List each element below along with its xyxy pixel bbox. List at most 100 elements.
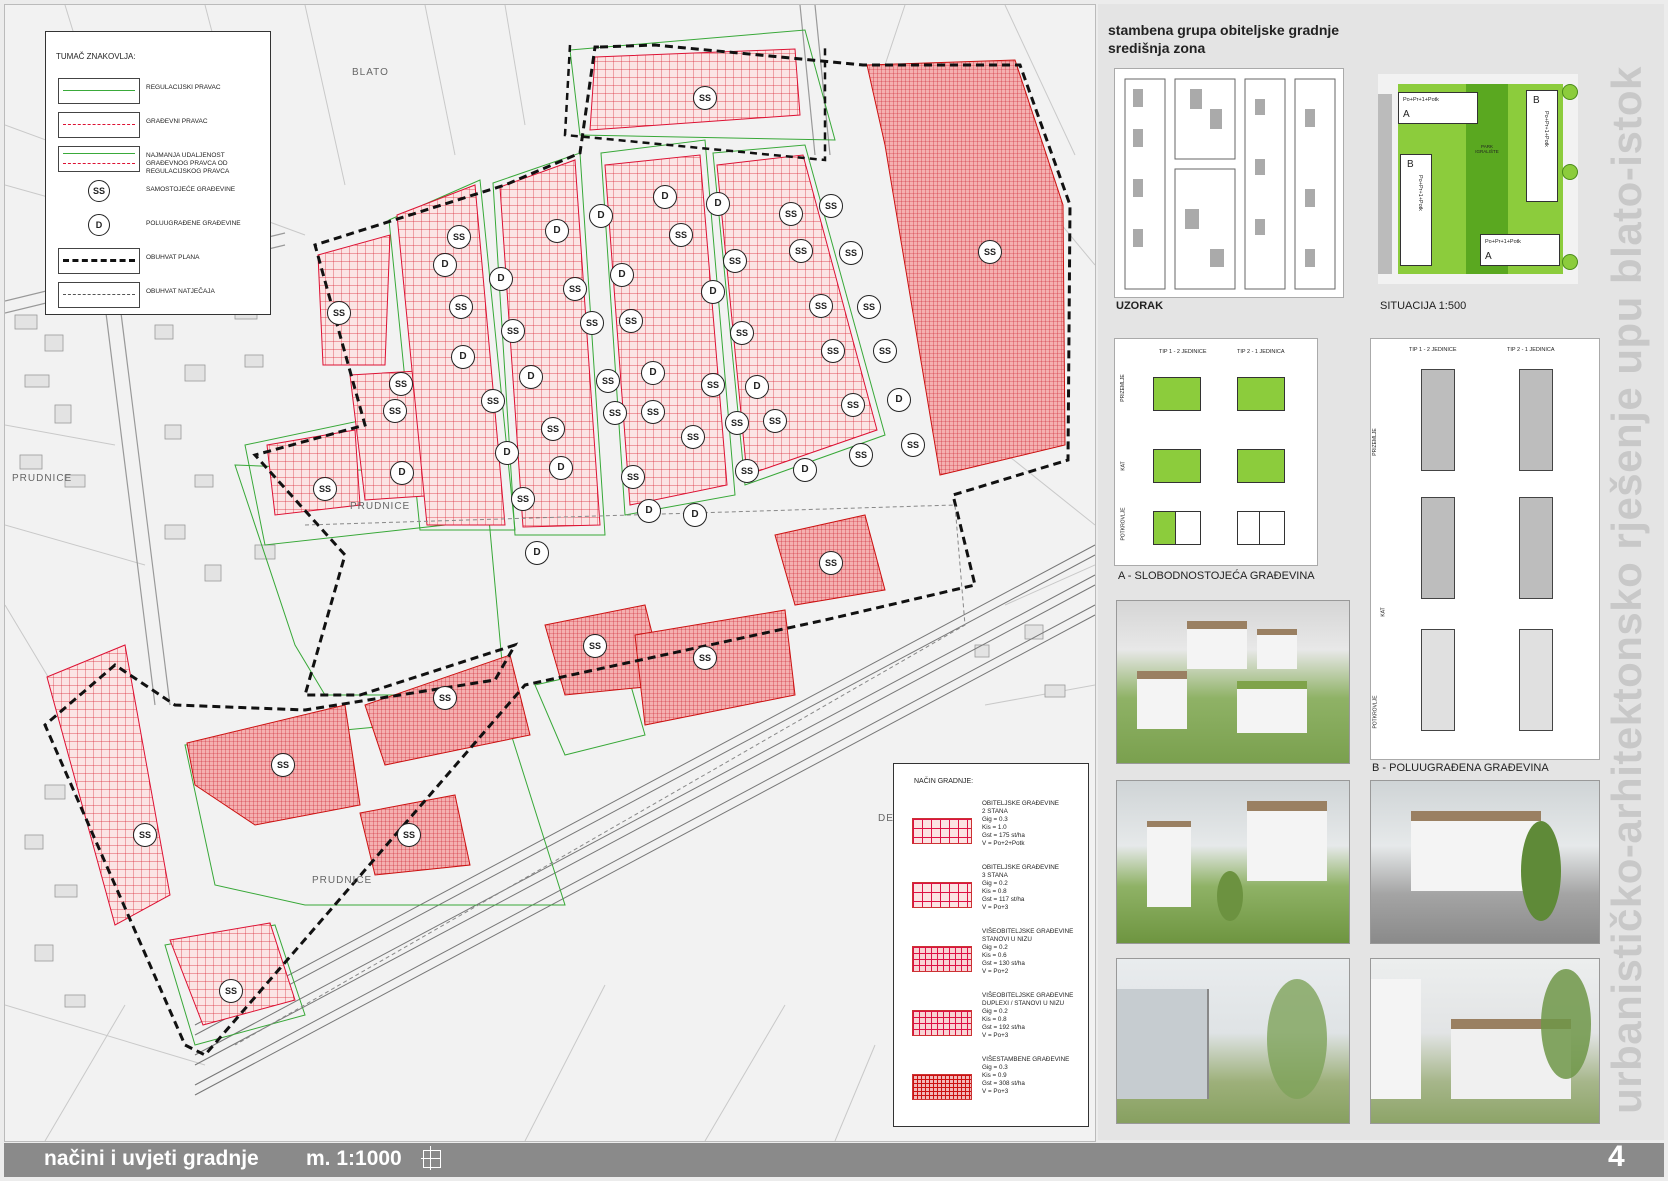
legend-symbol-building-line bbox=[58, 112, 140, 138]
freestanding-building-marker: SS bbox=[725, 411, 749, 435]
freestanding-building-marker: SS bbox=[730, 321, 754, 345]
legend2-row-apartment: VIŠESTAMBENE GRAĐEVINE Gig = 0.3 Kis = 0… bbox=[912, 1056, 1082, 1116]
place-name-prudnice-center: PRUDNICE bbox=[350, 501, 411, 512]
legend2-pattern-med bbox=[912, 1010, 972, 1036]
floor-plans-type-b: TIP 1 - 2 JEDINICE TIP 2 - 1 JEDINICA PR… bbox=[1370, 338, 1600, 760]
semi-detached-building-marker: D bbox=[745, 375, 769, 399]
freestanding-building-marker: SS bbox=[735, 459, 759, 483]
semi-detached-building-marker: D bbox=[706, 192, 730, 216]
panel-heading-line2: središnja zona bbox=[1108, 40, 1206, 56]
plan-b-tip2-ground bbox=[1519, 369, 1553, 471]
render-building bbox=[1147, 821, 1191, 907]
freestanding-building-marker: SS bbox=[449, 295, 473, 319]
semi-detached-building-marker: D bbox=[495, 441, 519, 465]
legend-symbol-regulation bbox=[58, 78, 140, 104]
place-name-prudnice-south: PRUDNICE bbox=[312, 875, 373, 886]
tree-icon bbox=[1217, 871, 1243, 921]
freestanding-building-marker: SS bbox=[327, 301, 351, 325]
legend2-pattern-med bbox=[912, 946, 972, 972]
freestanding-building-marker: SS bbox=[596, 369, 620, 393]
freestanding-building-marker: SS bbox=[819, 551, 843, 575]
plan-a-tip1-ground bbox=[1153, 377, 1201, 411]
freestanding-building-marker: SS bbox=[669, 223, 693, 247]
plan-a-tip1-attic-open bbox=[1175, 511, 1201, 545]
legend2-row-multi-row: VIŠEOBITELJSKE GRAĐEVINE STANOVI U NIZU … bbox=[912, 928, 1082, 988]
freestanding-building-marker: SS bbox=[511, 487, 535, 511]
tree-icon bbox=[1267, 979, 1327, 1099]
freestanding-building-marker: SS bbox=[821, 339, 845, 363]
semi-detached-building-marker: D bbox=[683, 503, 707, 527]
situacija-label: SITUACIJA 1:500 bbox=[1380, 300, 1467, 312]
plan-a-tip2-attic-open bbox=[1237, 511, 1261, 545]
plan-a-tip2-ground bbox=[1237, 377, 1285, 411]
legend-row-competition-boundary: OBUHVAT NATJEČAJA bbox=[58, 282, 264, 308]
legend-row-regulation-line: REGULACIJSKI PRAVAC bbox=[58, 78, 264, 104]
freestanding-building-marker: SS bbox=[819, 194, 843, 218]
freestanding-building-marker: SS bbox=[849, 443, 873, 467]
semi-detached-building-marker: D bbox=[519, 365, 543, 389]
plan-b-tip2-floor bbox=[1519, 497, 1553, 599]
legend-symbols: TUMAČ ZNAKOVLJA: REGULACIJSKI PRAVAC GRA… bbox=[45, 31, 271, 315]
uzorak-label: UZORAK bbox=[1116, 300, 1164, 312]
render-building bbox=[1117, 989, 1209, 1099]
freestanding-building-marker: SS bbox=[621, 465, 645, 489]
render-building bbox=[1371, 979, 1421, 1099]
legend2-title: NAČIN GRADNJE: bbox=[914, 778, 974, 785]
legend2-pattern-light bbox=[912, 818, 972, 844]
freestanding-building-marker: SS bbox=[839, 241, 863, 265]
render-building bbox=[1237, 681, 1307, 733]
semi-detached-building-marker: D bbox=[589, 204, 613, 228]
freestanding-building-marker: SS bbox=[271, 753, 295, 777]
footer-scale: m. 1:1000 bbox=[306, 1147, 402, 1170]
freestanding-building-marker: SS bbox=[873, 339, 897, 363]
freestanding-building-marker: SS bbox=[978, 240, 1002, 264]
freestanding-building-marker: SS bbox=[313, 477, 337, 501]
render-building bbox=[1257, 629, 1297, 669]
legend-d-symbol: D bbox=[88, 214, 110, 236]
plan-a-tip2-floor bbox=[1237, 449, 1285, 483]
plan-b-tip2-attic bbox=[1519, 629, 1553, 731]
floor-plans-type-a: TIP 1 - 2 JEDINICE TIP 2 - 1 JEDINICA PR… bbox=[1114, 338, 1318, 566]
semi-detached-building-marker: D bbox=[793, 458, 817, 482]
render-aerial-view bbox=[1116, 600, 1350, 764]
freestanding-building-marker: SS bbox=[681, 425, 705, 449]
render-courtyard-view-b bbox=[1370, 958, 1600, 1124]
sheet-number: 4 bbox=[1608, 1140, 1625, 1173]
render-building bbox=[1187, 621, 1247, 669]
semi-detached-building-marker: D bbox=[637, 499, 661, 523]
freestanding-building-marker: SS bbox=[447, 225, 471, 249]
legend2-row-family-2: OBITELJSKE GRAĐEVINE 2 STANA Gig = 0.3 K… bbox=[912, 800, 1082, 860]
plan-a-tip1-attic bbox=[1153, 511, 1177, 545]
vertical-project-title: urbanističko-arhitektonsko rješenje upu … bbox=[1603, 66, 1650, 1114]
freestanding-building-marker: SS bbox=[693, 646, 717, 670]
place-name-prudnice-west: PRUDNICE bbox=[12, 473, 73, 484]
legend-symbol-min-distance bbox=[58, 146, 140, 172]
freestanding-building-marker: SS bbox=[901, 433, 925, 457]
semi-detached-building-marker: D bbox=[701, 280, 725, 304]
freestanding-building-marker: SS bbox=[389, 372, 413, 396]
plan-b-tip1-floor bbox=[1421, 497, 1455, 599]
freestanding-building-marker: SS bbox=[779, 202, 803, 226]
semi-detached-building-marker: D bbox=[887, 388, 911, 412]
semi-detached-building-marker: D bbox=[390, 461, 414, 485]
semi-detached-building-marker: D bbox=[549, 456, 573, 480]
semi-detached-building-marker: D bbox=[641, 361, 665, 385]
plan-a-tip1-floor bbox=[1153, 449, 1201, 483]
freestanding-building-marker: SS bbox=[133, 823, 157, 847]
tree-icon bbox=[1562, 254, 1578, 270]
semi-detached-building-marker: D bbox=[451, 345, 475, 369]
plan-b-tip1-ground bbox=[1421, 369, 1455, 471]
freestanding-building-marker: SS bbox=[433, 686, 457, 710]
semi-detached-building-marker: D bbox=[653, 185, 677, 209]
legend-symbol-competition-boundary bbox=[58, 282, 140, 308]
place-name-de: DE bbox=[878, 813, 894, 824]
legend-title: TUMAČ ZNAKOVLJA: bbox=[56, 52, 136, 61]
freestanding-building-marker: SS bbox=[789, 239, 813, 263]
uzorak-drawing bbox=[1124, 78, 1336, 290]
situacija-building-a-top: Po+Pr+1+Potk A bbox=[1398, 92, 1478, 124]
freestanding-building-marker: SS bbox=[763, 409, 787, 433]
situacija-building-a-bottom: Po+Pr+1+Potk A bbox=[1480, 234, 1560, 266]
freestanding-building-marker: SS bbox=[841, 393, 865, 417]
site-plan-map: BLATO PRUDNICE PRUDNICE PRUDNICE DE SS SS… bbox=[4, 4, 1096, 1142]
freestanding-building-marker: SS bbox=[641, 400, 665, 424]
